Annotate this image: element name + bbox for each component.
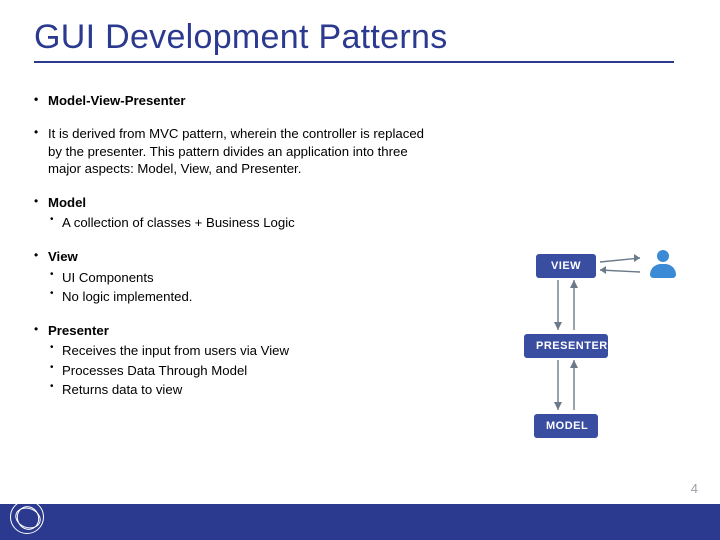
title-rule [34,61,674,63]
content-area: Model-View-Presenter It is derived from … [34,92,424,415]
bullet-view-head: View [48,249,78,264]
bullet-view: View UI Components No logic implemented. [34,248,424,306]
page-number: 4 [691,481,698,496]
bullet-presenter-s0: Receives the input from users via View [48,341,424,360]
bullet-presenter-s2: Returns data to view [48,380,424,399]
bullet-presenter-head: Presenter [48,323,109,338]
slide-title: GUI Development Patterns [0,0,720,61]
bullet-mvp-name: Model-View-Presenter [34,92,424,109]
bullet-model-head: Model [48,195,86,210]
diagram-node-model: MODEL [534,414,598,438]
diagram-node-presenter: PRESENTER [524,334,608,358]
bullet-list: Model-View-Presenter It is derived from … [34,92,424,399]
bullet-model: Model A collection of classes + Business… [34,194,424,233]
diagram-node-view: VIEW [536,254,596,278]
bullet-presenter-sub: Receives the input from users via View P… [48,341,424,398]
slide: GUI Development Patterns Model-View-Pres… [0,0,720,540]
bullet-model-sub: A collection of classes + Business Logic [48,213,424,232]
mvp-diagram: VIEW PRESENTER MODEL [436,248,706,458]
footer-bar [0,504,720,540]
bullet-description: It is derived from MVC pattern, wherein … [34,125,424,177]
cern-logo-icon [10,500,44,534]
bullet-view-s1: No logic implemented. [48,287,424,306]
user-icon [646,248,680,282]
bullet-view-sub: UI Components No logic implemented. [48,268,424,306]
bullet-model-s0: A collection of classes + Business Logic [48,213,424,232]
bullet-view-s0: UI Components [48,268,424,287]
bullet-presenter: Presenter Receives the input from users … [34,322,424,399]
bullet-presenter-s1: Processes Data Through Model [48,361,424,380]
